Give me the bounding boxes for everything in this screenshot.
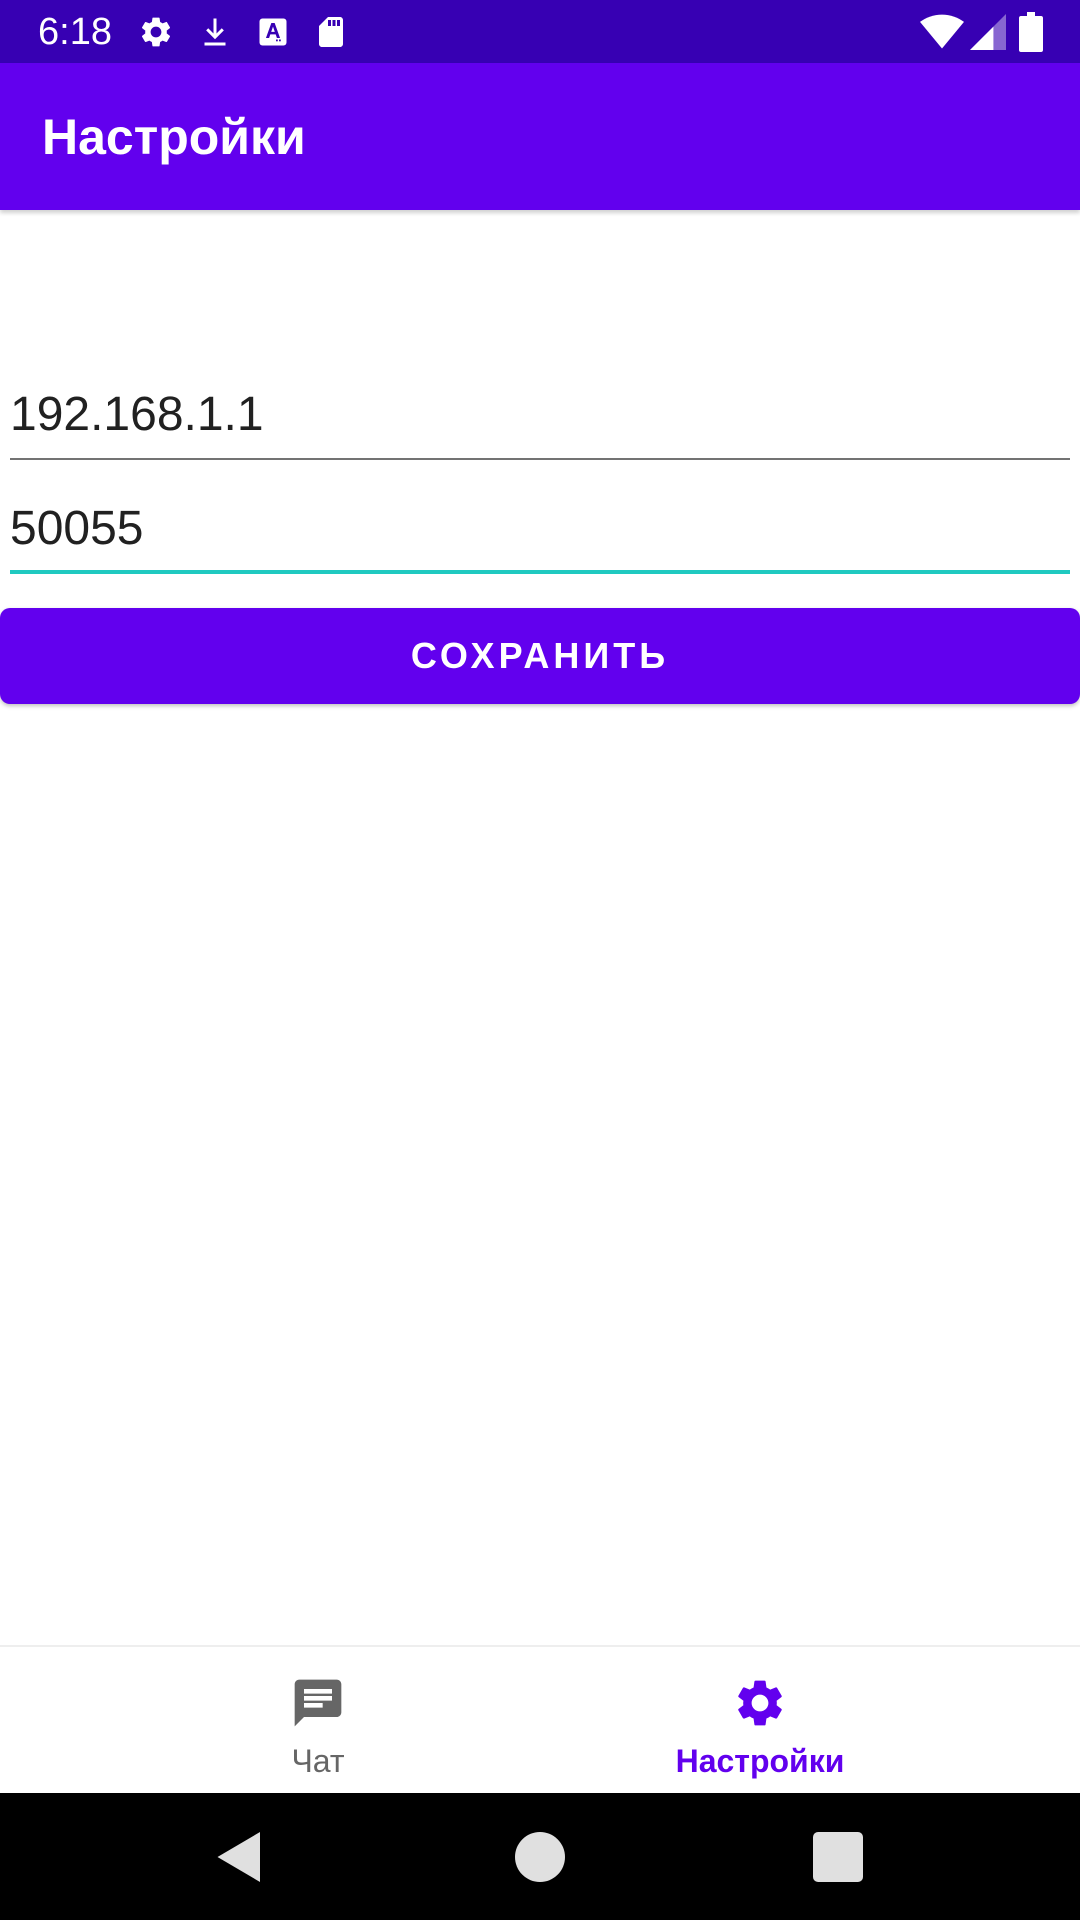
status-time: 6:18 [38,11,112,53]
cell-signal-icon [970,13,1006,51]
sd-card-icon [313,14,349,50]
gear-icon [732,1675,788,1731]
gear-icon [138,14,174,50]
nav-item-settings[interactable]: Настройки [540,1647,1080,1793]
recents-icon[interactable] [808,1827,868,1887]
settings-screen: 6:18 Настройки С [0,0,1080,1920]
battery-icon [1018,12,1044,52]
font-a-icon [255,14,291,50]
page-title: Настройки [42,109,306,165]
nav-item-settings-label: Настройки [675,1743,845,1779]
ip-address-underline [10,458,1070,460]
port-field[interactable] [10,490,1070,574]
port-input[interactable] [10,490,1070,566]
nav-item-chat[interactable]: Чат [0,1647,540,1793]
status-bar: 6:18 [0,0,1080,63]
download-icon [197,14,233,50]
port-underline [10,570,1070,574]
app-bar: Настройки [0,63,1080,210]
system-navigation-bar [0,1793,1080,1920]
bottom-navigation: Чат Настройки [0,1645,1080,1793]
ip-address-field[interactable] [10,376,1070,460]
home-icon[interactable] [510,1827,570,1887]
wifi-icon [920,12,964,52]
chat-icon [290,1675,346,1731]
ip-address-input[interactable] [10,376,1070,452]
back-icon[interactable] [210,1827,270,1887]
save-button[interactable]: СОХРАНИТЬ [0,608,1080,704]
